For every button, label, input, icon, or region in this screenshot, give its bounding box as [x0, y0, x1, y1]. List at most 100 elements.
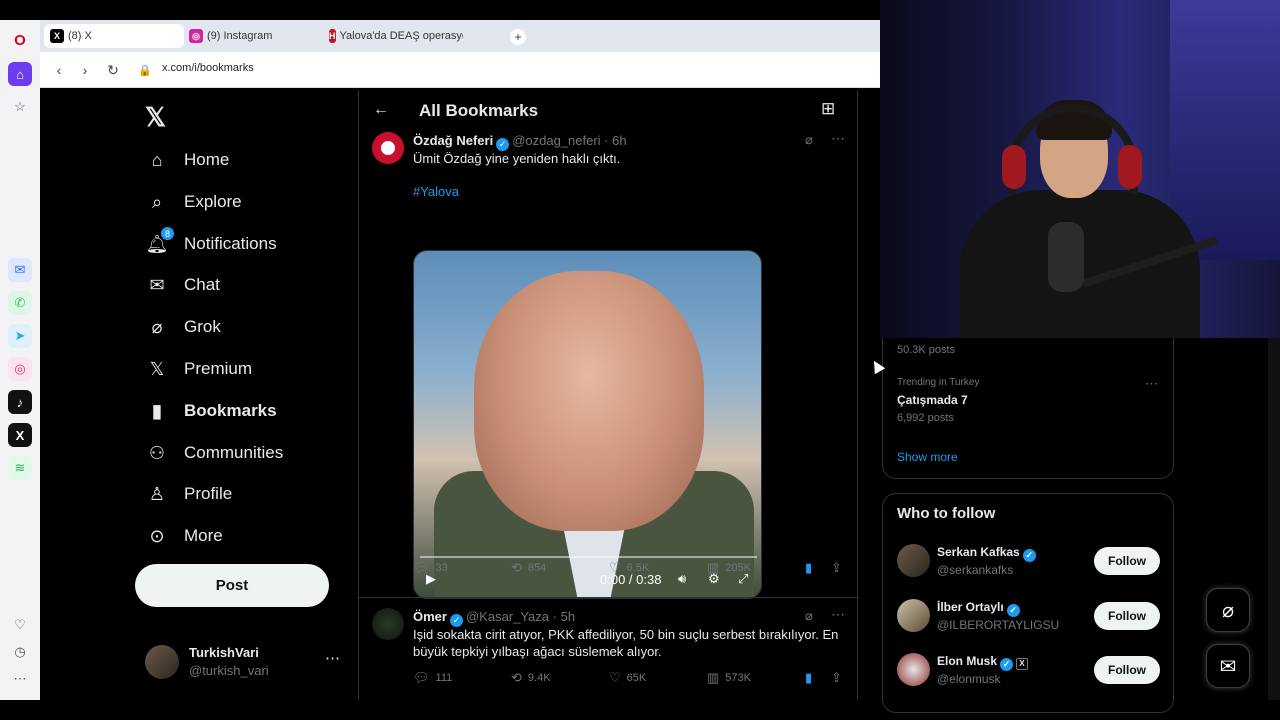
add-bookmark-folder-icon[interactable]: ⊞	[821, 99, 835, 119]
whatsapp-icon[interactable]: ✆	[8, 291, 32, 315]
post-button[interactable]: Post	[135, 564, 329, 607]
nav-bookmarks[interactable]: ▮ Bookmarks	[146, 396, 277, 426]
opera-logo-icon[interactable]: O	[12, 32, 28, 49]
tweet[interactable]: Ömer ✓ @Kasar_Yaza · 5h ⌀ ⋯ Işid sokakta c…	[359, 606, 859, 700]
follow-suggestion[interactable]: Elon Musk ✓ X @elonmusk Follow	[883, 651, 1173, 691]
trend-post-count: 50.3K posts	[897, 344, 956, 356]
bookmark-button[interactable]: ▮	[805, 560, 818, 576]
tab-instagram[interactable]: ◎ (9) Instagram	[183, 24, 323, 48]
views-button[interactable]: ▥ 573K	[707, 670, 751, 686]
home-icon[interactable]: ⌂	[8, 62, 32, 86]
tab-label: (8) X	[68, 30, 92, 42]
account-switcher[interactable]: TurkishVari @turkish_vari ⋯	[145, 643, 345, 683]
avatar[interactable]	[897, 599, 930, 632]
nav-profile[interactable]: ♙ Profile	[146, 479, 232, 509]
tiktok-icon[interactable]: ♪	[8, 390, 32, 414]
x-page: 𝕏 ⌂ Home ⌕ Explore 🔔︎ 8 Notifications ✉ C…	[44, 90, 880, 700]
back-icon[interactable]: ‹	[50, 61, 68, 79]
nav-communities[interactable]: ⚇ Communities	[146, 438, 283, 468]
views-icon: ▥	[707, 670, 720, 685]
back-arrow-icon[interactable]: ←	[373, 101, 389, 119]
x-logo-icon[interactable]: 𝕏	[145, 102, 166, 133]
nav-label: Bookmarks	[184, 401, 277, 420]
bell-icon: 🔔︎ 8	[146, 227, 174, 255]
tab-strip: X (8) X ◎ (9) Instagram H Yalova'da DEAŞ…	[40, 20, 880, 52]
heart-icon[interactable]: ♡	[12, 617, 28, 633]
repost-button[interactable]: ⟲ 9.4K	[511, 670, 551, 686]
trend-item[interactable]: Trending in Turkey Çatışmada 7 6,992 pos…	[883, 374, 1173, 424]
nav-notifications[interactable]: 🔔︎ 8 Notifications	[146, 227, 277, 259]
follow-button[interactable]: Follow	[1094, 656, 1160, 684]
tweet-video[interactable]: ▶ 0:00 / 0:38 🔊︎ ⚙ ⤢	[413, 250, 762, 599]
video-progress-bar[interactable]	[420, 556, 757, 558]
messenger-icon[interactable]: ✉	[8, 258, 32, 282]
share-icon: ⇪	[831, 560, 842, 575]
follow-button[interactable]: Follow	[1094, 547, 1160, 575]
reply-button[interactable]: 💬︎ 33	[413, 560, 448, 576]
reload-icon[interactable]: ↻	[104, 61, 122, 79]
tab-news[interactable]: H Yalova'da DEAŞ operasyon	[323, 24, 463, 48]
show-more-link[interactable]: Show more	[897, 450, 958, 464]
author-name[interactable]: Özdağ Neferi	[413, 133, 493, 148]
tweet-time[interactable]: 6h	[612, 133, 626, 148]
follow-button[interactable]: Follow	[1094, 602, 1160, 630]
tab-x[interactable]: X (8) X	[44, 24, 184, 48]
share-button[interactable]: ⇪	[831, 560, 848, 576]
spotify-icon[interactable]: ≋	[8, 456, 32, 480]
more-icon[interactable]: ⋯	[12, 671, 28, 687]
scrollbar[interactable]	[1268, 338, 1280, 700]
nav-chat[interactable]: ✉ Chat	[146, 270, 219, 300]
nav-grok[interactable]: ⌀ Grok	[146, 312, 221, 342]
avatar[interactable]	[897, 653, 930, 686]
repost-button[interactable]: ⟲ 854	[511, 560, 546, 576]
more-icon[interactable]: ⋯	[831, 606, 845, 623]
url-field[interactable]: x.com/i/bookmarks	[162, 62, 254, 74]
share-button[interactable]: ⇪	[831, 670, 848, 686]
avatar[interactable]	[897, 544, 930, 577]
nav-more[interactable]: ⊙ More	[146, 521, 223, 551]
bookmark-icon: ▮	[152, 400, 162, 421]
lock-icon: 🔒	[138, 64, 152, 77]
new-tab-button[interactable]: +	[510, 29, 526, 45]
author-name[interactable]: Ömer	[413, 609, 447, 624]
follow-suggestion[interactable]: Serkan Kafkas ✓ @serkankafks Follow	[883, 542, 1173, 582]
nav-label: More	[184, 526, 223, 545]
more-icon[interactable]: ⋯	[325, 649, 340, 667]
view-count: 205K	[725, 562, 751, 574]
verified-icon: ✓	[1022, 549, 1036, 562]
author-handle[interactable]: @Kasar_Yaza	[466, 609, 549, 624]
feed-header: ← All Bookmarks ⊞	[359, 90, 859, 132]
screen: O ⌂ ☆ ✉ ✆ ➤ ◎ ♪ X ≋ ♡ ◷ ⋯ X (8) X ◎ (9) …	[0, 0, 1280, 720]
telegram-icon[interactable]: ➤	[8, 324, 32, 348]
user-handle: @elonmusk	[937, 672, 1001, 686]
instagram-icon[interactable]: ◎	[8, 357, 32, 381]
follow-suggestion[interactable]: İlber Ortaylı ✓ @ILBERORTAYLIGSU Follow	[883, 597, 1173, 637]
x-app-icon[interactable]: X	[8, 423, 32, 447]
nav-premium[interactable]: 𝕏 Premium	[146, 354, 252, 384]
more-icon[interactable]: ⋯	[831, 130, 845, 147]
more-icon[interactable]: ⋯	[1145, 376, 1158, 392]
share-icon: ⇪	[831, 670, 842, 685]
avatar[interactable]	[372, 132, 404, 164]
author-handle[interactable]: @ozdag_neferi	[512, 133, 600, 148]
haberturk-icon: H	[329, 29, 336, 43]
star-icon[interactable]: ☆	[12, 99, 28, 115]
history-icon[interactable]: ◷	[12, 644, 28, 660]
like-button[interactable]: ♡ 6.5K	[609, 560, 649, 576]
tweet-time[interactable]: 5h	[561, 609, 575, 624]
grok-icon[interactable]: ⌀	[805, 608, 813, 624]
grok-floating-button[interactable]: ⌀	[1206, 588, 1250, 632]
reply-button[interactable]: 💬︎ 111	[413, 670, 452, 686]
messages-floating-button[interactable]: ✉	[1206, 644, 1250, 688]
nav-explore[interactable]: ⌕ Explore	[146, 187, 242, 217]
bookmark-button[interactable]: ▮	[805, 670, 818, 686]
grok-icon[interactable]: ⌀	[805, 132, 813, 148]
views-button[interactable]: ▥ 205K	[707, 560, 751, 576]
tweet[interactable]: Özdağ Neferi ✓ @ozdag_neferi · 6h ⌀ ⋯ Ümit…	[359, 130, 859, 599]
forward-icon[interactable]: ›	[76, 61, 94, 79]
nav-home[interactable]: ⌂ Home	[146, 145, 230, 175]
hashtag-link[interactable]: #Yalova	[413, 183, 459, 200]
avatar[interactable]	[372, 608, 404, 640]
like-button[interactable]: ♡ 65K	[609, 670, 646, 686]
volume-icon[interactable]: 🔊︎	[678, 571, 686, 587]
